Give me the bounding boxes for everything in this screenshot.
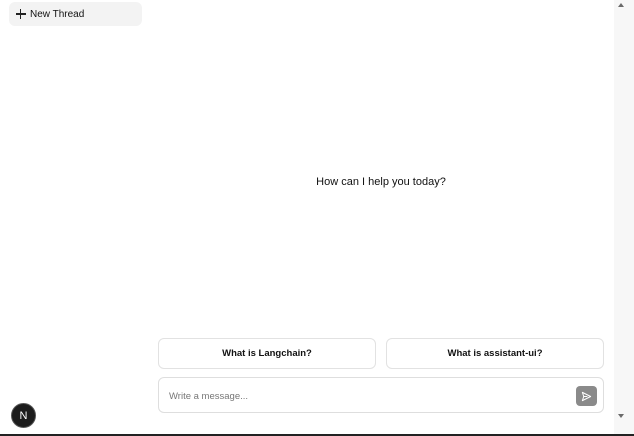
chat-main: How can I help you today? What is Langch… xyxy=(150,0,614,436)
suggestion-label: What is assistant-ui? xyxy=(447,348,543,359)
app-window: New Thread N How can I help you today? W… xyxy=(0,0,634,436)
suggestion-label: What is Langchain? xyxy=(222,348,312,359)
suggestion-assistant-ui[interactable]: What is assistant-ui? xyxy=(386,338,604,369)
composer xyxy=(158,377,604,413)
scrollbar[interactable] xyxy=(614,0,634,436)
avatar[interactable]: N xyxy=(11,403,36,428)
send-icon xyxy=(581,391,592,401)
suggestion-langchain[interactable]: What is Langchain? xyxy=(158,338,376,369)
message-input[interactable] xyxy=(169,387,549,405)
sidebar: New Thread N xyxy=(0,0,150,436)
welcome-message: How can I help you today? xyxy=(316,176,446,188)
avatar-letter: N xyxy=(19,409,28,422)
send-button[interactable] xyxy=(576,386,597,406)
plus-icon xyxy=(16,9,26,19)
scroll-up-arrow-icon[interactable] xyxy=(618,3,624,7)
new-thread-label: New Thread xyxy=(30,8,85,20)
scrollbar-track[interactable] xyxy=(614,0,634,436)
scroll-down-arrow-icon[interactable] xyxy=(618,414,624,418)
new-thread-button[interactable]: New Thread xyxy=(9,2,142,26)
